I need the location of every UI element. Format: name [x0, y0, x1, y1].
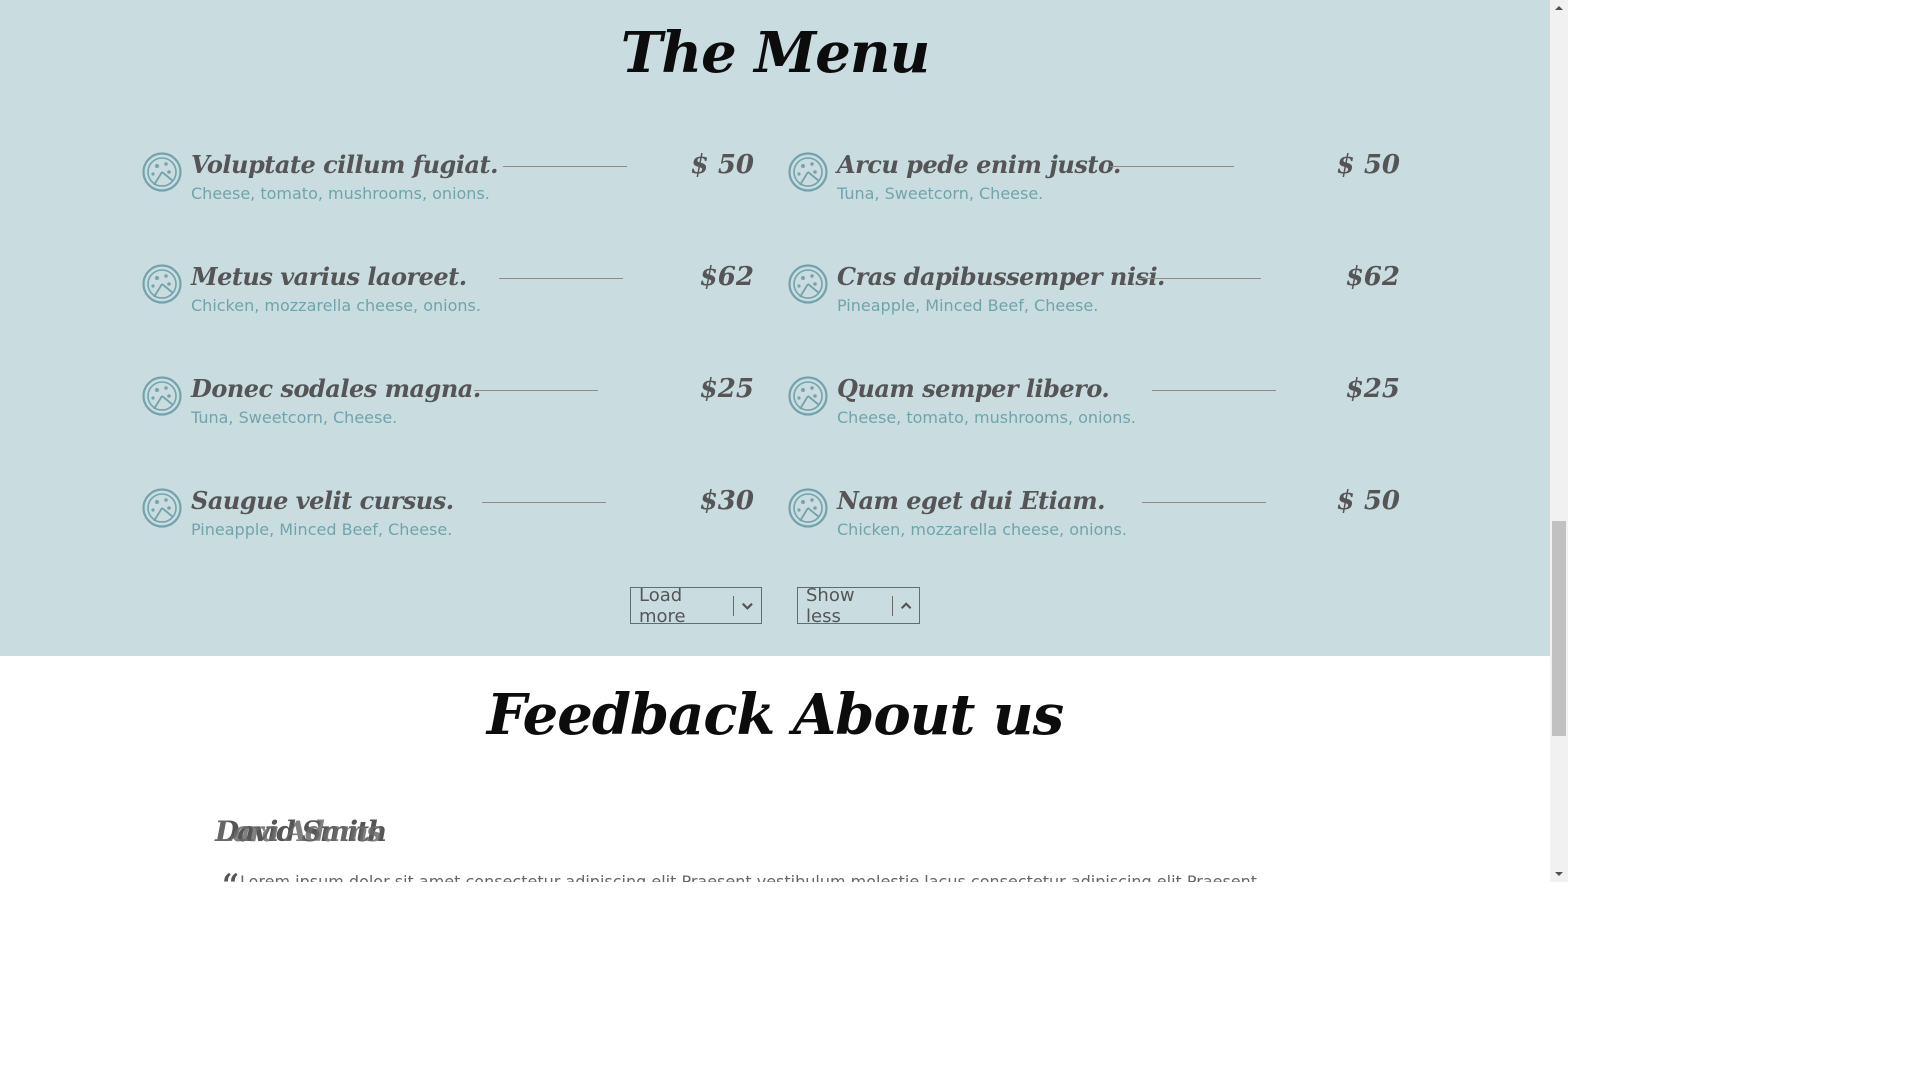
page: The Menu Voluptate cillum fugiat. Cheese…	[0, 0, 1550, 882]
vertical-scrollbar[interactable]	[1550, 0, 1568, 882]
menu-item-name: Quam semper libero.	[837, 374, 1110, 403]
show-less-button[interactable]: Show less	[797, 584, 920, 627]
menu-item-divider	[503, 166, 627, 167]
menu-item: Metus varius laoreet. Chicken, mozzarell…	[140, 252, 760, 364]
menu-item-price: $ 50	[690, 150, 754, 180]
menu-item-name: Arcu pede enim justo.	[837, 150, 1121, 179]
menu-item-divider	[1137, 278, 1261, 279]
pizza-icon	[788, 152, 828, 192]
menu-item-price: $ 50	[1336, 150, 1400, 180]
button-separator	[891, 595, 893, 616]
menu-item-name: Metus varius laoreet.	[191, 262, 467, 291]
menu-item-divider	[1152, 390, 1276, 391]
pizza-icon	[788, 376, 828, 416]
menu-item-divider	[1142, 502, 1266, 503]
menu-item-name: Voluptate cillum fugiat.	[191, 150, 498, 179]
menu-item-description: Chicken, mozzarella cheese, onions.	[837, 520, 1127, 539]
menu-item-price: $30	[699, 486, 754, 516]
menu-item-description: Tuna, Sweetcorn, Cheese.	[191, 408, 398, 427]
pizza-icon	[142, 376, 182, 416]
menu-item-name: Nam eget dui Etiam.	[837, 486, 1106, 515]
scroll-down-arrow-icon[interactable]	[1550, 865, 1568, 882]
menu-item-price: $62	[699, 262, 754, 292]
menu-item: Cras dapibussemper nisi. Pineapple, Minc…	[786, 252, 1406, 364]
reviewer-name: Lara Adams	[215, 815, 382, 848]
menu-item-description: Pineapple, Minced Beef, Cheese.	[837, 296, 1099, 315]
menu-item-divider	[499, 278, 623, 279]
show-less-label: Show less	[806, 584, 855, 627]
pizza-icon	[142, 152, 182, 192]
menu-item: Saugue velit cursus. Pineapple, Minced B…	[140, 476, 760, 588]
menu-item-divider	[474, 390, 598, 391]
pizza-icon	[142, 264, 182, 304]
pizza-icon	[788, 488, 828, 528]
menu-column-left: Voluptate cillum fugiat. Cheese, tomato,…	[140, 140, 760, 588]
review-text: Lorem ipsum dolor sit amet consectetur a…	[240, 872, 1258, 882]
menu-item-description: Cheese, tomato, mushrooms, onions.	[191, 184, 490, 203]
pizza-icon	[142, 488, 182, 528]
menu-item-price: $25	[1345, 374, 1400, 404]
menu-item: Voluptate cillum fugiat. Cheese, tomato,…	[140, 140, 760, 252]
menu-item: Quam semper libero. Cheese, tomato, mush…	[786, 364, 1406, 476]
scrollbar-thumb[interactable]	[1552, 521, 1566, 736]
chevron-up-icon	[900, 601, 912, 609]
scroll-up-arrow-icon[interactable]	[1550, 0, 1568, 17]
menu-item-price: $25	[699, 374, 754, 404]
menu-item-description: Chicken, mozzarella cheese, onions.	[191, 296, 481, 315]
load-more-button[interactable]: Load more	[630, 584, 762, 627]
quote-mark: “	[222, 868, 239, 882]
menu-item-name: Donec sodales magna.	[191, 374, 481, 403]
menu-item-divider	[1110, 166, 1234, 167]
menu-item-price: $62	[1345, 262, 1400, 292]
menu-column-right: Arcu pede enim justo. Tuna, Sweetcorn, C…	[786, 140, 1406, 588]
menu-item-name: Cras dapibussemper nisi.	[837, 262, 1165, 291]
menu-item-price: $ 50	[1336, 486, 1400, 516]
menu-item-description: Cheese, tomato, mushrooms, onions.	[837, 408, 1136, 427]
menu-section: The Menu Voluptate cillum fugiat. Cheese…	[0, 0, 1550, 656]
menu-item-divider	[482, 502, 606, 503]
menu-item: Nam eget dui Etiam. Chicken, mozzarella …	[786, 476, 1406, 588]
menu-item-description: Tuna, Sweetcorn, Cheese.	[837, 184, 1044, 203]
menu-item-description: Pineapple, Minced Beef, Cheese.	[191, 520, 453, 539]
pizza-icon	[788, 264, 828, 304]
button-separator	[733, 595, 735, 616]
menu-item: Arcu pede enim justo. Tuna, Sweetcorn, C…	[786, 140, 1406, 252]
feedback-title: Feedback About us	[486, 682, 1064, 748]
load-more-label: Load more	[639, 584, 686, 627]
menu-item-name: Saugue velit cursus.	[191, 486, 454, 515]
chevron-down-icon	[742, 602, 753, 610]
menu-item: Donec sodales magna. Tuna, Sweetcorn, Ch…	[140, 364, 760, 476]
menu-title: The Menu	[620, 20, 931, 86]
